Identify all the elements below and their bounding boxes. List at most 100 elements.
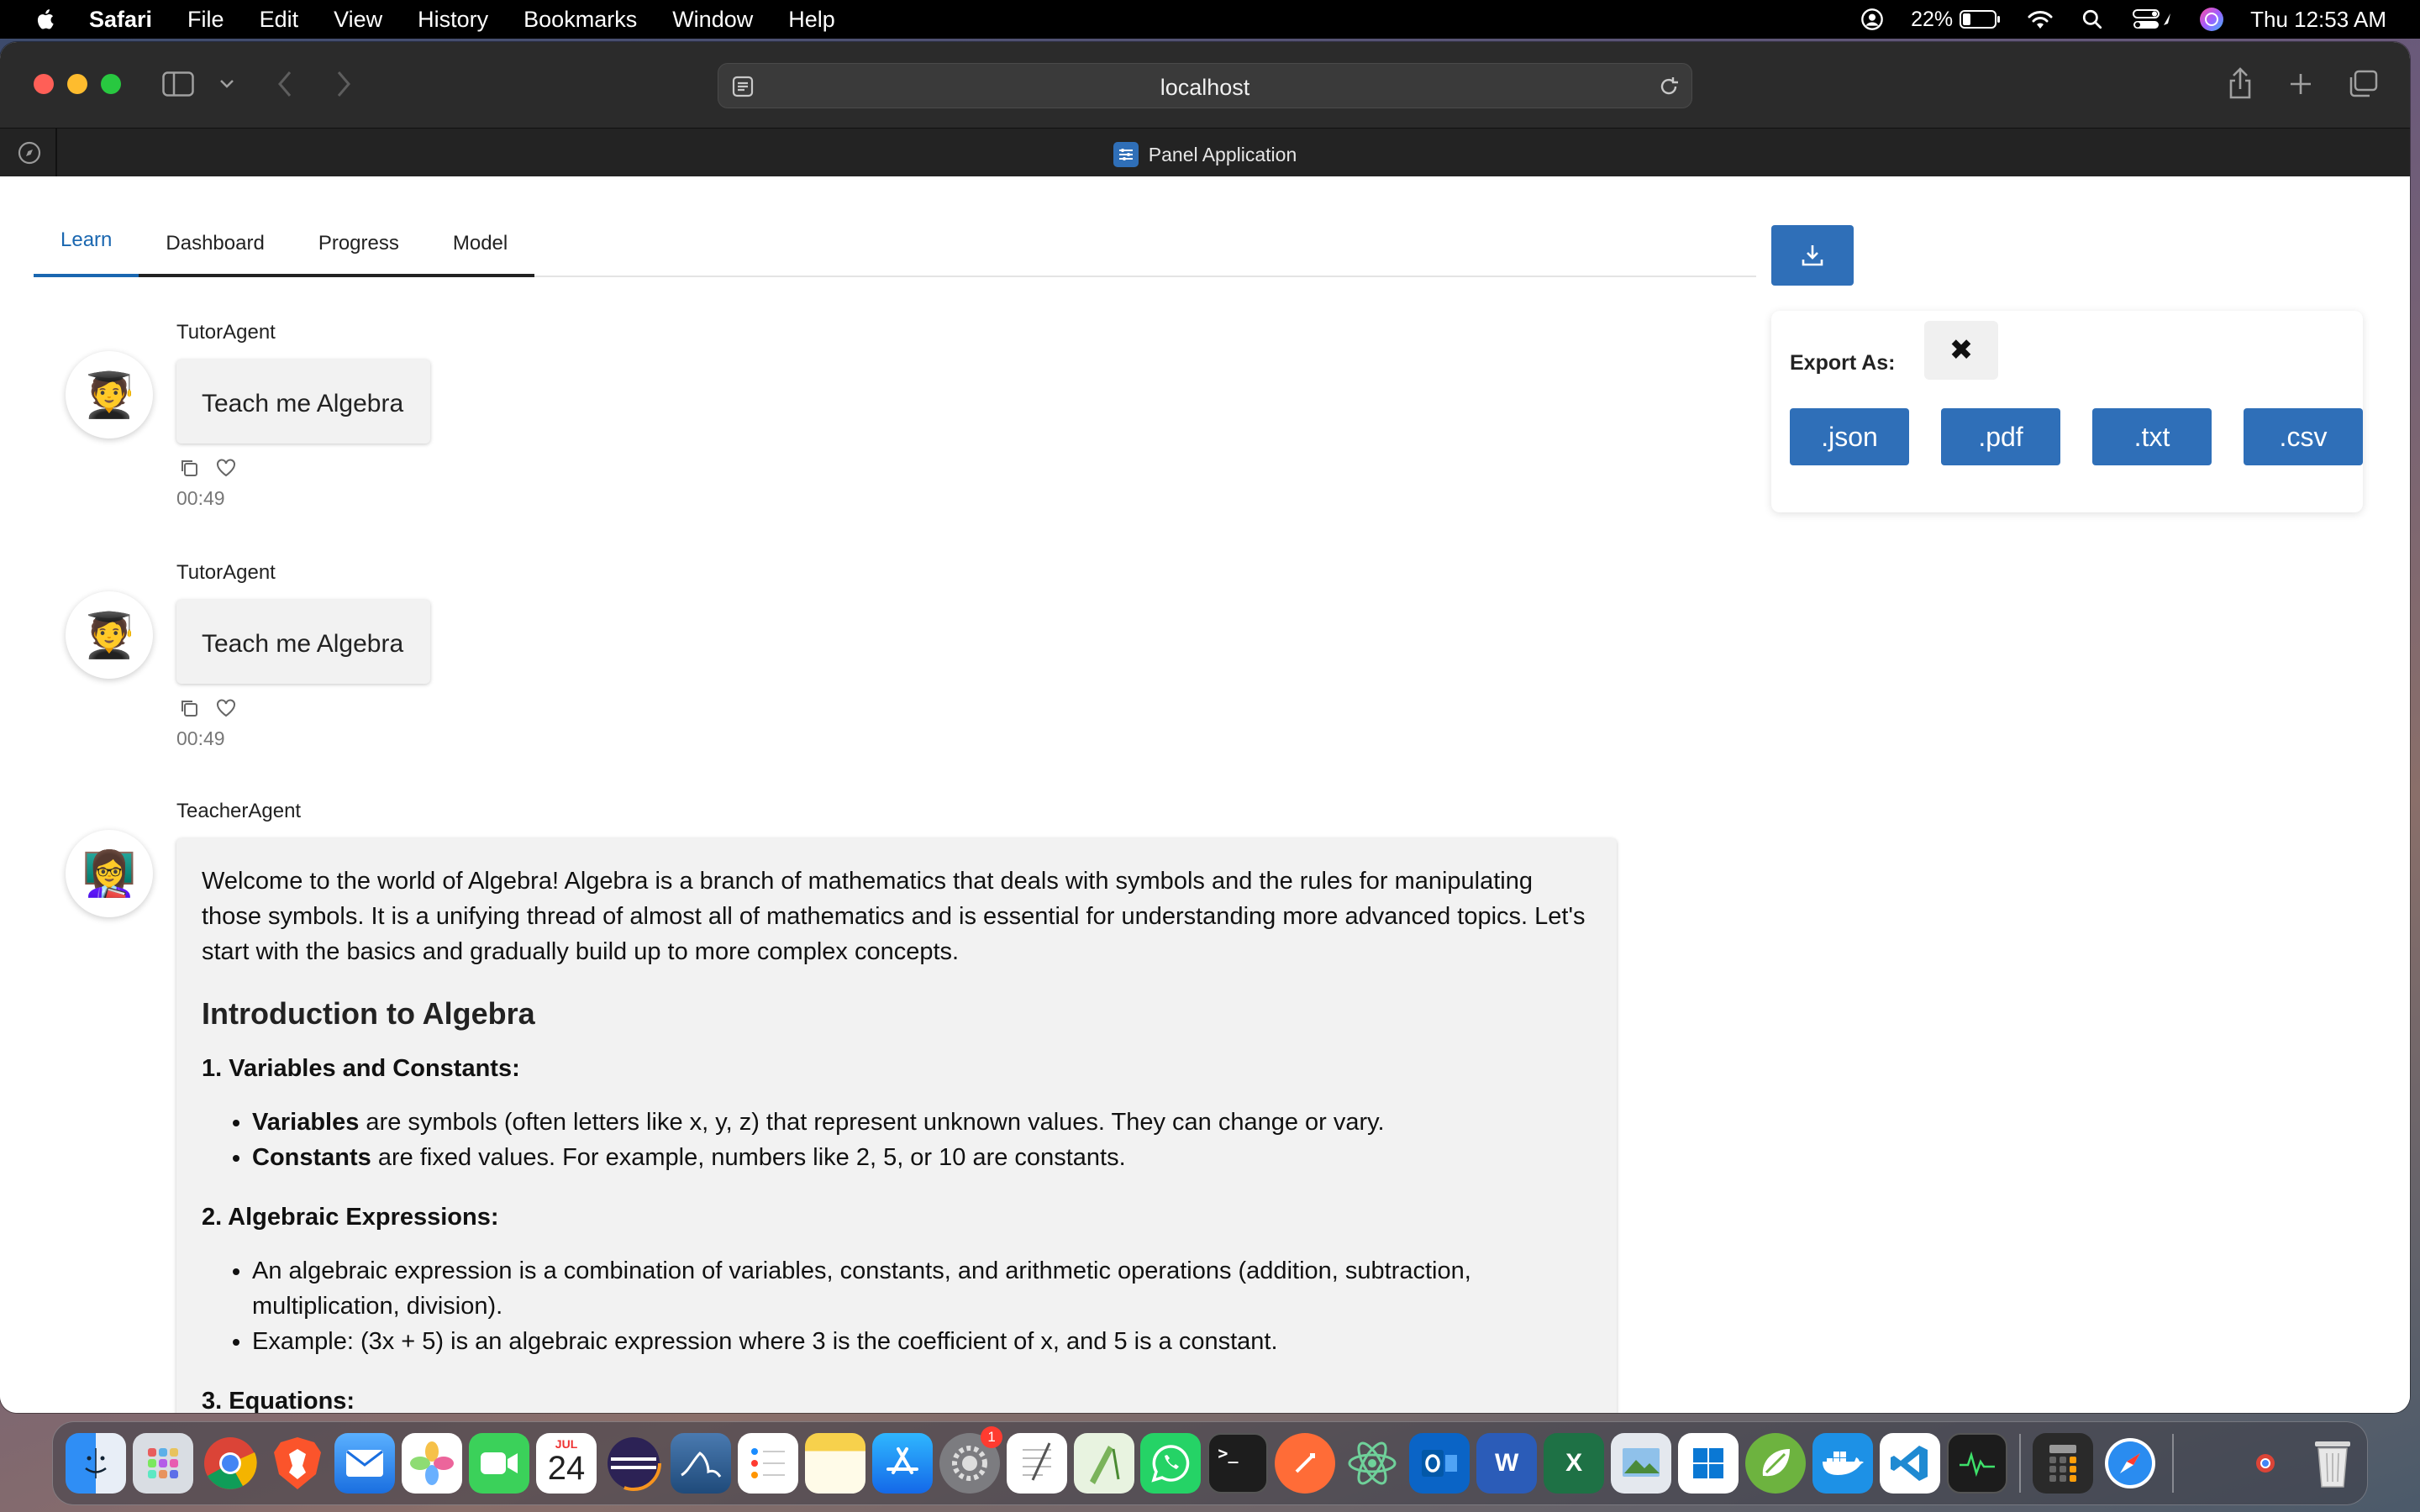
dock-separator bbox=[2019, 1434, 2022, 1493]
section-title: 1. Variables and Constants: bbox=[202, 1055, 520, 1082]
dock-activity-monitor[interactable] bbox=[1944, 1430, 2010, 1497]
outlook-icon bbox=[1409, 1433, 1470, 1494]
dock-terminal[interactable]: >_ bbox=[1205, 1430, 1271, 1497]
message-timestamp: 00:49 bbox=[176, 727, 225, 749]
menu-history[interactable]: History bbox=[418, 7, 488, 33]
menu-bar: Safari File Edit View History Bookmarks … bbox=[0, 0, 2420, 39]
dock-spring[interactable] bbox=[1742, 1430, 1808, 1497]
dock-textedit[interactable] bbox=[1003, 1430, 1070, 1497]
spotlight-search-icon[interactable] bbox=[2079, 6, 2106, 33]
tab-list: Learn Dashboard Progress Model bbox=[34, 176, 535, 277]
dock-atom[interactable] bbox=[1339, 1430, 1406, 1497]
page-content: Learn Dashboard Progress Model Export As… bbox=[0, 176, 2410, 1413]
siri-icon[interactable] bbox=[2198, 6, 2225, 33]
dock-facetime[interactable] bbox=[466, 1430, 533, 1497]
mysql-workbench-icon bbox=[670, 1433, 731, 1494]
battery-status[interactable]: 22% bbox=[1911, 8, 2002, 32]
dock-script-editor[interactable] bbox=[1071, 1430, 1137, 1497]
menu-help[interactable]: Help bbox=[788, 7, 835, 33]
dock-calculator[interactable] bbox=[2029, 1430, 2096, 1497]
menu-bar-clock[interactable]: Thu 12:53 AM bbox=[2250, 7, 2386, 33]
dock-windows-app[interactable] bbox=[1676, 1430, 1742, 1497]
dock-downloads-stack[interactable] bbox=[2233, 1430, 2299, 1497]
dock-postman[interactable] bbox=[1272, 1430, 1339, 1497]
menu-window[interactable]: Window bbox=[672, 7, 753, 33]
menu-edit[interactable]: Edit bbox=[260, 7, 299, 33]
new-tab-icon[interactable] bbox=[2284, 67, 2317, 101]
excel-icon: X bbox=[1544, 1433, 1605, 1494]
postman-icon bbox=[1275, 1433, 1336, 1494]
tab-learn[interactable]: Learn bbox=[34, 176, 139, 277]
dock-app-store[interactable] bbox=[869, 1430, 935, 1497]
control-center-icon[interactable] bbox=[2131, 6, 2173, 33]
download-button[interactable] bbox=[1771, 225, 1854, 286]
back-icon[interactable] bbox=[271, 67, 299, 101]
dock-chrome[interactable] bbox=[197, 1430, 264, 1497]
reload-icon[interactable] bbox=[1656, 74, 1681, 99]
dock-brave[interactable] bbox=[265, 1430, 331, 1497]
menu-file[interactable]: File bbox=[187, 7, 224, 33]
menu-view[interactable]: View bbox=[334, 7, 382, 33]
facetime-icon bbox=[469, 1433, 530, 1494]
export-csv-button[interactable]: .csv bbox=[2244, 408, 2363, 465]
user-account-icon[interactable] bbox=[1859, 6, 1886, 33]
sidebar-toggle-icon[interactable] bbox=[161, 69, 195, 99]
dock-mysql-workbench[interactable] bbox=[667, 1430, 734, 1497]
tab-progress[interactable]: Progress bbox=[292, 176, 426, 277]
export-json-button[interactable]: .json bbox=[1790, 408, 1909, 465]
dock-launchpad[interactable] bbox=[130, 1430, 197, 1497]
teacher-message-bubble: Welcome to the world of Algebra! Algebra… bbox=[176, 838, 1617, 1413]
section-title: 3. Equations: bbox=[202, 1388, 355, 1413]
window-minimize-button[interactable] bbox=[67, 74, 87, 94]
dock-docker[interactable] bbox=[1809, 1430, 1876, 1497]
dock-reminders[interactable] bbox=[734, 1430, 801, 1497]
browser-tab-active[interactable]: Panel Application bbox=[0, 142, 2410, 167]
finder-icon bbox=[66, 1433, 127, 1494]
battery-icon bbox=[1960, 10, 2001, 29]
chrome-icon bbox=[200, 1433, 260, 1494]
dock-vscode[interactable] bbox=[1876, 1430, 1943, 1497]
apple-icon[interactable] bbox=[34, 7, 59, 32]
dock-safari[interactable] bbox=[2096, 1430, 2163, 1497]
dock-calendar[interactable]: JUL 24 bbox=[534, 1430, 600, 1497]
dock-photos[interactable] bbox=[399, 1430, 466, 1497]
dock-system-settings[interactable]: 1 bbox=[936, 1426, 1003, 1497]
dock-whatsapp[interactable] bbox=[1138, 1430, 1204, 1497]
chevron-down-icon[interactable] bbox=[217, 72, 237, 96]
menu-bookmarks[interactable]: Bookmarks bbox=[523, 7, 637, 33]
tab-model[interactable]: Model bbox=[426, 176, 534, 277]
dock-trash[interactable] bbox=[2300, 1430, 2366, 1497]
forward-icon[interactable] bbox=[329, 67, 358, 101]
calendar-icon: JUL 24 bbox=[536, 1433, 597, 1494]
copy-icon[interactable] bbox=[178, 457, 200, 479]
heart-icon[interactable] bbox=[215, 457, 237, 479]
copy-icon[interactable] bbox=[178, 697, 200, 719]
dock-notes[interactable] bbox=[802, 1430, 868, 1497]
section-title: 2. Algebraic Expressions: bbox=[202, 1204, 499, 1231]
address-bar[interactable]: localhost bbox=[718, 63, 1692, 108]
dock-excel[interactable]: X bbox=[1541, 1430, 1607, 1497]
window-close-button[interactable] bbox=[34, 74, 54, 94]
scripteditor-icon bbox=[1073, 1433, 1134, 1494]
dock-mail[interactable] bbox=[332, 1430, 398, 1497]
dock-outlook[interactable] bbox=[1407, 1430, 1473, 1497]
export-txt-button[interactable]: .txt bbox=[2092, 408, 2212, 465]
wifi-icon[interactable] bbox=[2027, 6, 2054, 33]
share-icon[interactable] bbox=[2223, 64, 2257, 102]
app-store-icon bbox=[871, 1433, 933, 1494]
dock-finder[interactable] bbox=[63, 1430, 129, 1497]
message-actions bbox=[178, 697, 237, 719]
dock-preview[interactable] bbox=[1608, 1430, 1675, 1497]
close-export-button[interactable]: ✖ bbox=[1924, 321, 1998, 380]
window-zoom-button[interactable] bbox=[101, 74, 121, 94]
heart-icon[interactable] bbox=[215, 697, 237, 719]
tab-dashboard[interactable]: Dashboard bbox=[139, 176, 291, 277]
menu-safari[interactable]: Safari bbox=[89, 7, 152, 33]
tab-overview-icon[interactable] bbox=[2346, 67, 2380, 101]
dock-eclipse[interactable] bbox=[601, 1430, 667, 1497]
battery-percentage: 22% bbox=[1911, 7, 1954, 31]
dock-word[interactable]: W bbox=[1474, 1430, 1540, 1497]
notes-icon bbox=[804, 1433, 865, 1494]
windows-app-icon bbox=[1677, 1433, 1739, 1494]
export-pdf-button[interactable]: .pdf bbox=[1941, 408, 2060, 465]
